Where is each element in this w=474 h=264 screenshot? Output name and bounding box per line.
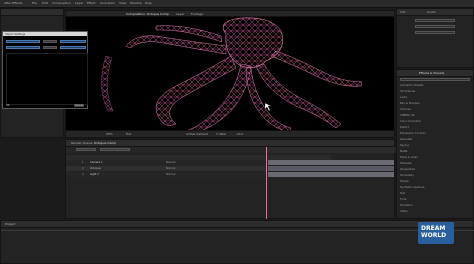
info-field-1 (415, 19, 455, 22)
viewer-footer: 25% Full Active Camera 1 View +0.0 (66, 130, 394, 137)
tab-footage[interactable]: Footage (191, 12, 203, 16)
watermark-line1: DREAM (421, 225, 446, 232)
layer-number: 1 (82, 161, 84, 164)
effects-tabrow: Effects & Presets (397, 70, 473, 77)
menu-window[interactable]: Window (130, 1, 142, 5)
dialog-title-bar: Import Settings (3, 32, 87, 36)
layer-bar[interactable] (268, 160, 394, 165)
layer-mode[interactable]: Normal (166, 161, 175, 164)
tab-render-queue[interactable]: Render Queue (71, 141, 93, 145)
tab-octopus-comp[interactable]: Octopus Comp (94, 141, 116, 145)
effects-search-input[interactable] (400, 78, 470, 81)
bottom-divider (1, 230, 474, 231)
dialog-field-3[interactable] (60, 40, 86, 43)
tab-audio[interactable]: Audio (427, 10, 436, 14)
camera-select[interactable]: Active Camera (186, 132, 208, 136)
dialog-field-2[interactable] (43, 40, 57, 43)
watermark-logo: DREAM WORLD (418, 222, 454, 244)
time-ruler[interactable] (266, 147, 394, 153)
effects-category[interactable]: Keying (400, 144, 409, 147)
effects-category[interactable]: Stylize (400, 180, 409, 183)
effects-category[interactable]: Synthetic Aperture (400, 186, 424, 189)
effects-category[interactable]: Animation Presets (400, 84, 424, 87)
info-panel: Info Audio (396, 8, 474, 68)
effects-title[interactable]: Effects & Presets (419, 71, 444, 75)
menu-file[interactable]: File (32, 1, 37, 5)
view-layout-select[interactable]: 1 View (216, 132, 226, 136)
bottom-tabrow: Project (1, 221, 473, 228)
effects-category[interactable]: Distort (400, 126, 409, 129)
menu-layer[interactable]: Layer (75, 1, 83, 5)
tab-composition[interactable]: Composition: Octopus Comp (126, 12, 169, 16)
effects-category[interactable]: Blur & Sharpen (400, 102, 420, 105)
menu-view[interactable]: View (119, 1, 126, 5)
project-tabrow (1, 9, 63, 16)
effects-category[interactable]: 3D Channel (400, 90, 415, 93)
layer-name[interactable]: Light 1 (90, 173, 99, 176)
menu-edit[interactable]: Edit (42, 1, 48, 5)
playhead[interactable] (266, 147, 267, 219)
info-field-3 (415, 31, 455, 34)
exposure-value[interactable]: +0.0 (236, 132, 243, 136)
timeline-search-input[interactable] (100, 148, 130, 151)
dialog-ok-button[interactable]: OK (6, 104, 9, 107)
dialog-title: Import Settings (5, 32, 26, 36)
effects-category[interactable]: Time (400, 198, 406, 201)
menu-help[interactable]: Help (145, 1, 152, 5)
layer-number: 2 (82, 167, 84, 170)
dialog-field-1[interactable] (6, 40, 40, 43)
effects-category[interactable]: Perspective (400, 168, 415, 171)
effects-category[interactable]: Transition (400, 204, 413, 207)
info-field-2 (415, 25, 455, 28)
dialog-cancel-button[interactable]: Cancel (73, 104, 84, 107)
effects-category[interactable]: Expression Controls (400, 132, 426, 135)
bottom-panel-title[interactable]: Project (5, 222, 15, 226)
effects-category[interactable]: CINEMA 4D (400, 114, 415, 117)
layer-bar[interactable] (268, 166, 394, 171)
effects-category[interactable]: Audio (400, 96, 407, 99)
resolution-select[interactable]: Full (126, 132, 131, 136)
layer-number: 3 (82, 173, 84, 176)
dialog-preview (6, 53, 88, 105)
layer-mode[interactable]: Normal (166, 167, 175, 170)
timeline-timecode[interactable] (76, 148, 96, 151)
info-tabrow: Info Audio (397, 9, 473, 16)
menu-effect[interactable]: Effect (87, 1, 96, 5)
tab-layer[interactable]: Layer (176, 12, 184, 16)
menu-app[interactable]: After Effects (4, 1, 22, 5)
layer-name[interactable]: Camera 1 (90, 161, 103, 164)
effects-presets-panel: Effects & Presets Animation Presets 3D Ch… (396, 69, 474, 219)
layer-mode[interactable]: Normal (166, 173, 175, 176)
layer-bar[interactable] (268, 172, 394, 177)
menu-composition[interactable]: Composition (52, 1, 71, 5)
octopus-wireframe (101, 17, 363, 134)
import-dialog[interactable]: Import Settings OK Cancel (2, 31, 88, 109)
effects-category[interactable]: Noise & Grain (400, 156, 418, 159)
tab-info[interactable]: Info (400, 10, 406, 14)
effects-category[interactable]: Obsolete (400, 162, 412, 165)
dialog-field-5[interactable] (43, 46, 57, 49)
timeline-panel: Render Queue Octopus Comp 1 Camera 1 Nor… (65, 139, 396, 219)
dialog-field-6[interactable] (60, 46, 86, 49)
effects-category[interactable]: Text (400, 192, 405, 195)
menu-bar: After Effects File Edit Composition Laye… (0, 0, 474, 8)
effects-category[interactable]: Generate (400, 138, 412, 141)
effects-category[interactable]: Channel (400, 108, 411, 111)
effects-category[interactable]: Utility (400, 210, 408, 213)
effects-category[interactable]: Color Correction (400, 120, 421, 123)
effects-category[interactable]: Matte (400, 150, 407, 153)
composition-viewer[interactable]: Composition: Octopus Comp Layer Footage … (65, 10, 395, 138)
effects-category[interactable]: Simulation (400, 174, 414, 177)
layer-name[interactable]: Octopus (90, 167, 101, 170)
menu-animation[interactable]: Animation (100, 1, 115, 5)
dialog-field-4[interactable] (6, 46, 40, 49)
bottom-panel: Project (0, 220, 474, 264)
zoom-level[interactable]: 25% (106, 132, 113, 136)
timeline-tabrow: Render Queue Octopus Comp (66, 140, 394, 147)
watermark-line2: WORLD (421, 232, 447, 239)
